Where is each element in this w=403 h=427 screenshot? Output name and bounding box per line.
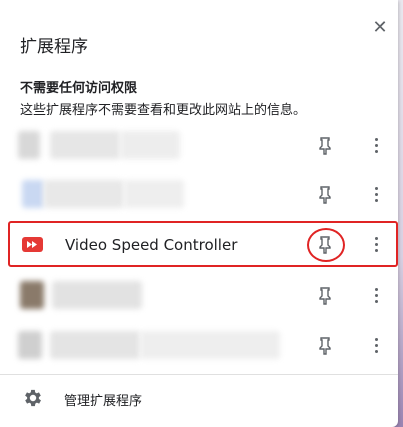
more-options-icon[interactable] <box>370 136 382 156</box>
extensions-popup: 扩展程序 ✕ 不需要任何访问权限 这些扩展程序不需要查看和更改此网站上的信息。 … <box>0 0 398 427</box>
extension-icon <box>22 180 44 208</box>
more-options-icon[interactable] <box>370 286 382 306</box>
pin-icon[interactable] <box>318 137 332 155</box>
extension-row[interactable] <box>0 170 398 220</box>
extension-icon <box>18 331 42 359</box>
popup-title: 扩展程序 <box>20 37 88 57</box>
extension-row[interactable] <box>0 321 398 371</box>
extension-row[interactable] <box>0 271 398 321</box>
extension-name-blurred <box>52 281 142 309</box>
divider <box>0 374 398 375</box>
pin-icon[interactable] <box>318 337 332 355</box>
more-options-icon[interactable] <box>370 185 382 205</box>
extension-name-blurred <box>124 180 184 208</box>
extension-icon <box>20 281 44 309</box>
manage-extensions-link[interactable]: 管理扩展程序 <box>64 390 142 409</box>
gear-icon[interactable] <box>22 387 44 409</box>
section-heading: 不需要任何访问权限 <box>20 81 138 96</box>
extension-name-blurred <box>140 331 280 359</box>
pin-icon[interactable] <box>318 186 332 204</box>
extension-icon <box>18 131 40 159</box>
close-icon[interactable]: ✕ <box>370 18 390 38</box>
extension-name-blurred <box>50 131 120 159</box>
pin-icon[interactable] <box>318 287 332 305</box>
extension-row[interactable] <box>0 121 398 171</box>
extension-name-blurred <box>120 131 180 159</box>
section-description: 这些扩展程序不需要查看和更改此网站上的信息。 <box>20 103 307 118</box>
extension-name-blurred <box>50 331 140 359</box>
extension-name-blurred <box>44 180 124 208</box>
more-options-icon[interactable] <box>370 336 382 356</box>
highlight-circle <box>307 228 345 262</box>
